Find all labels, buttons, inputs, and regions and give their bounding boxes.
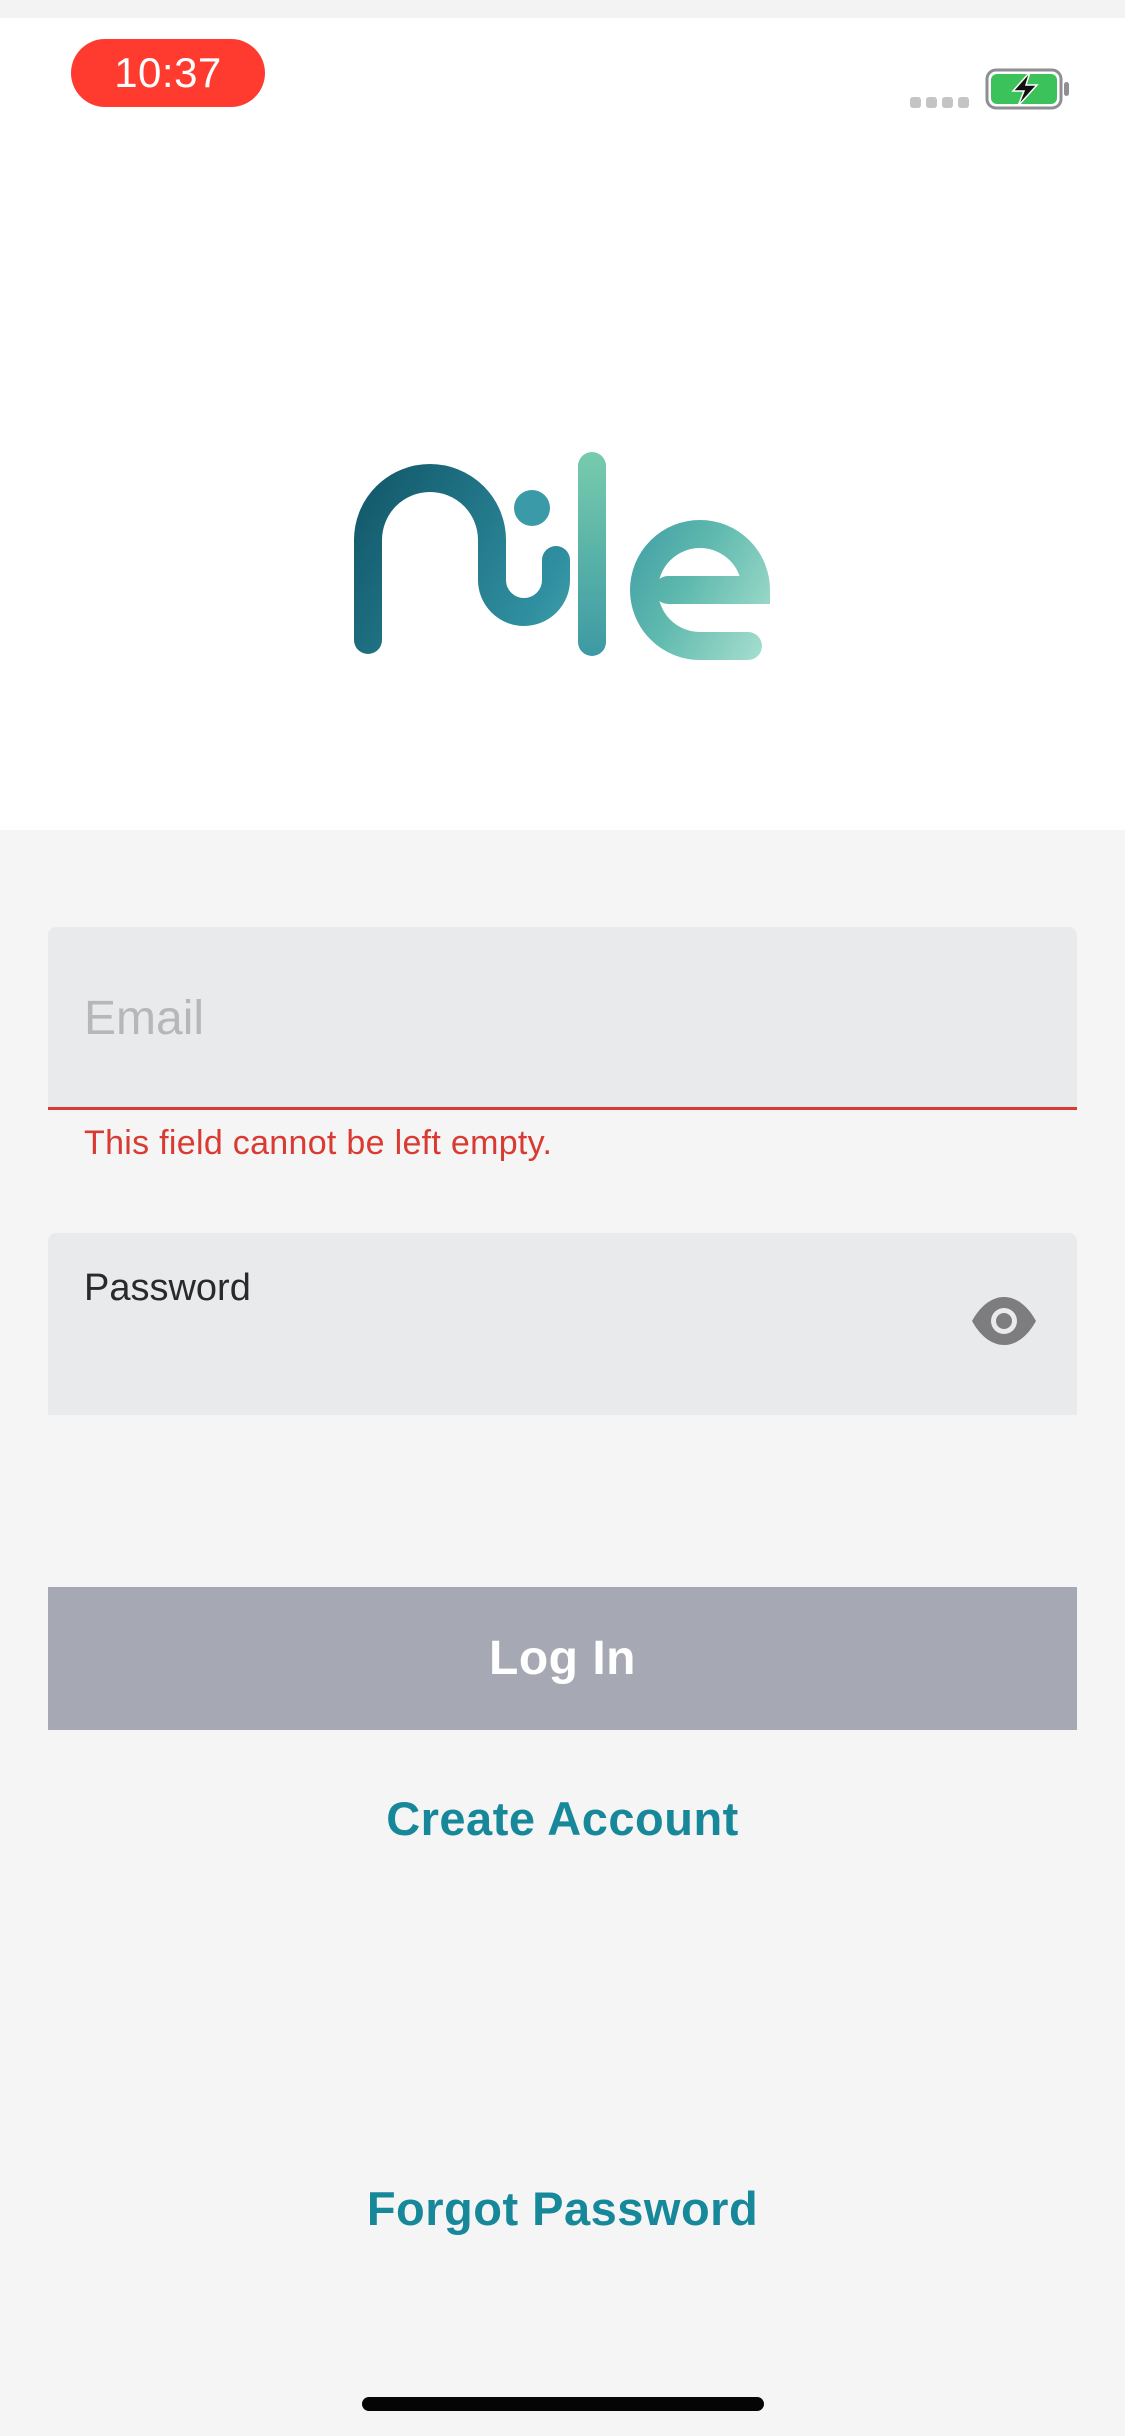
status-time: 10:37 [71,39,265,107]
password-label: Password [84,1267,251,1309]
signal-dots-icon [910,97,970,109]
create-account-link[interactable]: Create Account [0,1791,1125,1846]
home-indicator[interactable] [362,2397,764,2411]
login-screen: 10:37 Email This field cannot be left em… [0,0,1125,2436]
login-button[interactable]: Log In [48,1587,1077,1730]
top-strip [0,0,1125,18]
header [0,18,1125,830]
eye-icon[interactable] [970,1295,1038,1347]
email-error-message: This field cannot be left empty. [84,1124,553,1162]
forgot-password-link[interactable]: Forgot Password [0,2181,1125,2236]
battery-charging-icon [985,68,1069,110]
email-placeholder: Email [84,992,205,1045]
email-field[interactable]: Email [48,927,1077,1110]
nile-logo [354,452,771,660]
password-field[interactable]: Password [48,1233,1077,1415]
